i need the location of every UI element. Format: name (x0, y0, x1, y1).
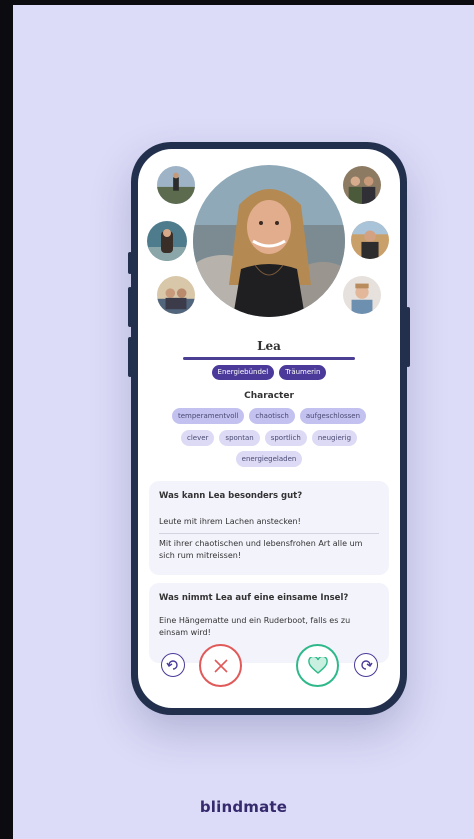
gallery-photo[interactable] (155, 274, 197, 316)
question-answer: Eine Hängematte und ein Ruderboot, falls… (159, 616, 351, 637)
question-answer: Leute mit ihrem Lachen anstecken! (159, 517, 301, 526)
question-title: Was kann Lea besonders gut? (159, 491, 303, 501)
heart-icon (307, 656, 328, 674)
undo-button[interactable] (161, 653, 185, 677)
character-title: Character (244, 391, 294, 401)
question-answer: Mit ihrer chaotischen und lebensfrohen A… (159, 539, 363, 560)
main-profile-photo[interactable] (193, 165, 345, 317)
profile-name: Lea (257, 339, 281, 353)
character-row: clever spontan sportlich neugierig (138, 430, 400, 446)
profile-tag: Energiebündel (211, 365, 275, 380)
gallery-photo[interactable] (341, 164, 383, 206)
gallery-photo[interactable] (155, 164, 197, 206)
profile-tags: Energiebündel Träumerin (138, 365, 400, 380)
redo-button[interactable] (354, 653, 378, 677)
dislike-button[interactable] (199, 644, 242, 687)
character-chip: aufgeschlossen (299, 408, 367, 424)
character-row: temperamentvoll chaotisch aufgeschlossen (138, 408, 400, 424)
character-chip: sportlich (264, 430, 307, 446)
question-card: Was kann Lea besonders gut? Leute mit ih… (149, 481, 389, 575)
gallery-photo[interactable] (349, 219, 391, 261)
phone-side-button (128, 287, 132, 327)
character-chip: chaotisch (249, 408, 295, 424)
phone-frame: Lea Energiebündel Träumerin Character te… (128, 142, 410, 715)
phone-power-button (406, 307, 410, 367)
like-button[interactable] (296, 644, 339, 687)
undo-icon (166, 660, 178, 670)
page-background: Lea Energiebündel Träumerin Character te… (13, 5, 474, 839)
gallery-photo[interactable] (341, 274, 383, 316)
redo-icon (361, 660, 373, 670)
name-underline (183, 357, 355, 360)
action-bar (138, 639, 400, 699)
character-chip: clever (180, 430, 215, 446)
answer-divider (159, 533, 379, 534)
profile-tag: Träumerin (279, 365, 327, 380)
character-row: energiegeladen (138, 451, 400, 467)
phone-side-button (128, 337, 132, 377)
phone-side-button (128, 252, 132, 274)
character-chip: neugierig (311, 430, 358, 446)
question-title: Was nimmt Lea auf eine einsame Insel? (159, 593, 349, 603)
character-chip: temperamentvoll (171, 408, 245, 424)
app-screen: Lea Energiebündel Träumerin Character te… (138, 149, 400, 708)
gallery-photo[interactable] (145, 219, 189, 263)
close-icon (213, 658, 228, 673)
character-chip: spontan (219, 430, 260, 446)
character-chip: energiegeladen (235, 451, 303, 467)
brand-logo: blindmate (199, 798, 288, 816)
